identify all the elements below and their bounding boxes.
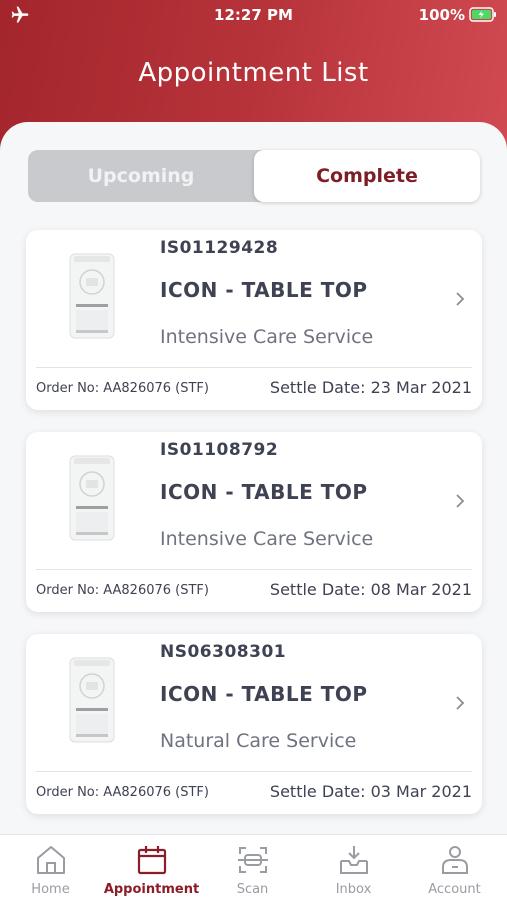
order-number: Order No: AA826076 (STF) bbox=[36, 785, 209, 800]
product-name: ICON - TABLE TOP bbox=[160, 480, 368, 504]
tab-appointment[interactable]: Appointment bbox=[101, 835, 202, 901]
segment-complete[interactable]: Complete bbox=[254, 150, 480, 202]
tab-inbox-label: Inbox bbox=[335, 882, 372, 897]
settle-date: Settle Date: 03 Mar 2021 bbox=[269, 782, 472, 801]
product-name: ICON - TABLE TOP bbox=[160, 278, 368, 302]
chevron-right-icon bbox=[456, 696, 465, 710]
chevron-right-icon bbox=[456, 292, 465, 306]
appointment-card[interactable]: IS01108792 ICON - TABLE TOP Intensive Ca… bbox=[26, 432, 482, 612]
tab-inbox[interactable]: Inbox bbox=[303, 835, 404, 901]
tab-home[interactable]: Home bbox=[0, 835, 101, 901]
divider bbox=[36, 367, 472, 368]
scan-icon bbox=[238, 847, 268, 873]
segment-upcoming[interactable]: Upcoming bbox=[28, 150, 254, 202]
appointment-code: IS01129428 bbox=[160, 238, 279, 258]
appointment-code: IS01108792 bbox=[160, 440, 279, 460]
battery-charging-icon bbox=[469, 7, 496, 22]
appointment-card[interactable]: IS01129428 ICON - TABLE TOP Intensive Ca… bbox=[26, 230, 482, 410]
service-name: Intensive Care Service bbox=[160, 528, 374, 550]
settle-date: Settle Date: 08 Mar 2021 bbox=[269, 580, 472, 599]
tab-home-label: Home bbox=[31, 882, 70, 897]
inbox-icon bbox=[340, 846, 368, 874]
tab-account[interactable]: Account bbox=[404, 835, 505, 901]
calendar-icon bbox=[137, 846, 167, 875]
appointment-card[interactable]: NS06308301 ICON - TABLE TOP Natural Care… bbox=[26, 634, 482, 814]
tab-account-label: Account bbox=[428, 882, 481, 897]
bottom-tab-bar: Home Appointment Scan Inbox Account bbox=[0, 834, 507, 901]
battery-percent: 100% bbox=[418, 6, 465, 24]
page-title: Appointment List bbox=[138, 58, 369, 88]
appointment-code: NS06308301 bbox=[160, 642, 287, 662]
tab-appointment-label: Appointment bbox=[103, 882, 200, 897]
water-purifier-thumbnail bbox=[69, 657, 115, 743]
tab-scan[interactable]: Scan bbox=[202, 835, 303, 901]
order-number: Order No: AA826076 (STF) bbox=[36, 583, 209, 598]
tab-scan-label: Scan bbox=[236, 882, 269, 897]
order-number: Order No: AA826076 (STF) bbox=[36, 381, 209, 396]
settle-date: Settle Date: 23 Mar 2021 bbox=[269, 378, 472, 397]
divider bbox=[36, 771, 472, 772]
account-icon bbox=[442, 846, 468, 874]
water-purifier-thumbnail bbox=[69, 455, 115, 541]
status-segmented-control: Upcoming Complete bbox=[28, 150, 480, 202]
status-bar: 12:27 PM 100% bbox=[0, 0, 507, 30]
product-name: ICON - TABLE TOP bbox=[160, 682, 368, 706]
chevron-right-icon bbox=[456, 494, 465, 508]
service-name: Natural Care Service bbox=[160, 730, 357, 752]
home-icon bbox=[37, 846, 65, 874]
divider bbox=[36, 569, 472, 570]
water-purifier-thumbnail bbox=[69, 253, 115, 339]
service-name: Intensive Care Service bbox=[160, 326, 374, 348]
